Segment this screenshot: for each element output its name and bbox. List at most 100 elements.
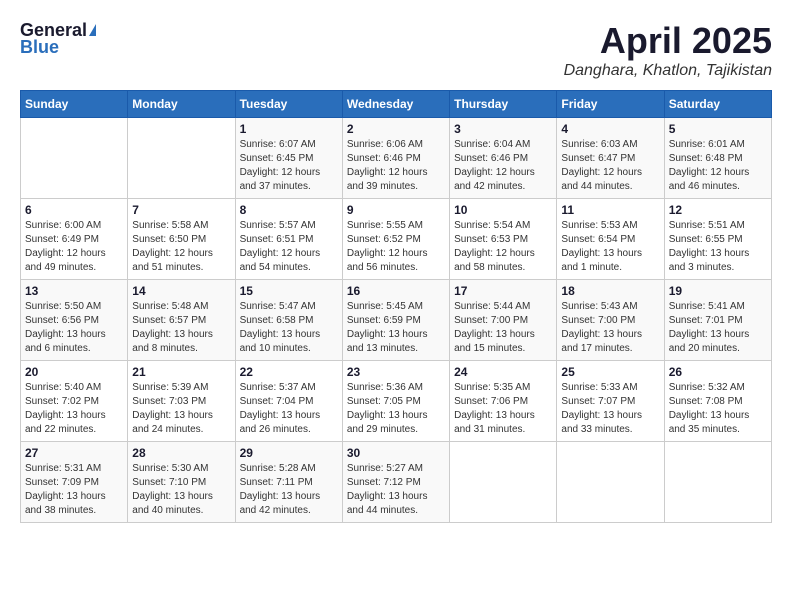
sunrise-text: Sunrise: 5:51 AM bbox=[669, 220, 745, 231]
weekday-header-saturday: Saturday bbox=[664, 91, 771, 118]
cell-sun-info: Sunrise: 5:43 AMSunset: 7:00 PMDaylight:… bbox=[561, 300, 659, 356]
cell-sun-info: Sunrise: 5:45 AMSunset: 6:59 PMDaylight:… bbox=[347, 300, 445, 356]
cell-sun-info: Sunrise: 5:40 AMSunset: 7:02 PMDaylight:… bbox=[25, 381, 123, 437]
calendar-cell: 30Sunrise: 5:27 AMSunset: 7:12 PMDayligh… bbox=[342, 442, 449, 523]
sunset-text: Sunset: 7:10 PM bbox=[132, 477, 206, 488]
cell-sun-info: Sunrise: 6:06 AMSunset: 6:46 PMDaylight:… bbox=[347, 138, 445, 194]
calendar-cell bbox=[557, 442, 664, 523]
cell-sun-info: Sunrise: 5:54 AM Sunset: 6:53 PM Daylight:… bbox=[454, 219, 552, 275]
calendar-cell: 6Sunrise: 6:00 AMSunset: 6:49 PMDaylight… bbox=[21, 199, 128, 280]
calendar-header-row: SundayMondayTuesdayWednesdayThursdayFrid… bbox=[21, 91, 772, 118]
calendar-cell: 25Sunrise: 5:33 AMSunset: 7:07 PMDayligh… bbox=[557, 361, 664, 442]
sunrise-text: Sunrise: 6:01 AM bbox=[669, 139, 745, 150]
daylight-text: Daylight: 13 hours and 31 minutes. bbox=[454, 410, 535, 435]
calendar-cell: 12 Sunrise: 5:51 AMSunset: 6:55 PMDayligh… bbox=[664, 199, 771, 280]
cell-date-number: 4 bbox=[561, 122, 659, 136]
cell-sun-info: Sunrise: 5:53 AMSunset: 6:54 PMDaylight:… bbox=[561, 219, 659, 275]
cell-date-number: 24 bbox=[454, 365, 552, 379]
cell-date-number: 10 bbox=[454, 203, 552, 217]
header: General Blue April 2025 Danghara, Khatlo… bbox=[20, 20, 772, 80]
sunset-text: Sunset: 6:56 PM bbox=[25, 315, 99, 326]
weekday-header-monday: Monday bbox=[128, 91, 235, 118]
daylight-text: Daylight: 12 hours and 39 minutes. bbox=[347, 167, 428, 192]
weekday-header-wednesday: Wednesday bbox=[342, 91, 449, 118]
calendar-cell: 5Sunrise: 6:01 AMSunset: 6:48 PMDaylight… bbox=[664, 118, 771, 199]
calendar-week-4: 20Sunrise: 5:40 AMSunset: 7:02 PMDayligh… bbox=[21, 361, 772, 442]
daylight-text: Daylight: 13 hours and 10 minutes. bbox=[240, 329, 321, 354]
cell-date-number: 3 bbox=[454, 122, 552, 136]
daylight-text: Daylight: 12 hours and 58 minutes. bbox=[454, 248, 535, 273]
daylight-text: Daylight: 13 hours and 44 minutes. bbox=[347, 491, 428, 516]
cell-sun-info: Sunrise: 5:51 AMSunset: 6:55 PMDaylight:… bbox=[669, 219, 767, 275]
sunset-text: Sunset: 6:49 PM bbox=[25, 234, 99, 245]
title-area: April 2025 Danghara, Khatlon, Tajikistan bbox=[564, 20, 772, 80]
sunrise-text: Sunrise: 5:27 AM bbox=[347, 463, 423, 474]
cell-date-number: 29 bbox=[240, 446, 338, 460]
cell-date-number: 1 bbox=[240, 122, 338, 136]
calendar-cell: 27Sunrise: 5:31 AMSunset: 7:09 PMDayligh… bbox=[21, 442, 128, 523]
logo-icon bbox=[89, 24, 96, 36]
sunrise-text: Sunrise: 5:39 AM bbox=[132, 382, 208, 393]
calendar-cell: 24 Sunrise: 5:35 AMSunset: 7:06 PMDayligh… bbox=[450, 361, 557, 442]
cell-date-number: 2 bbox=[347, 122, 445, 136]
sunset-text: Sunset: 6:53 PM bbox=[454, 234, 528, 245]
calendar-cell: 26Sunrise: 5:32 AMSunset: 7:08 PMDayligh… bbox=[664, 361, 771, 442]
calendar-cell: 14Sunrise: 5:48 AMSunset: 6:57 PMDayligh… bbox=[128, 280, 235, 361]
weekday-header-friday: Friday bbox=[557, 91, 664, 118]
cell-date-number: 28 bbox=[132, 446, 230, 460]
cell-sun-info: Sunrise: 5:30 AMSunset: 7:10 PMDaylight:… bbox=[132, 462, 230, 518]
calendar-cell bbox=[128, 118, 235, 199]
sunset-text: Sunset: 7:04 PM bbox=[240, 396, 314, 407]
sunset-text: Sunset: 6:45 PM bbox=[240, 153, 314, 164]
sunrise-text: Sunrise: 5:30 AM bbox=[132, 463, 208, 474]
daylight-text: Daylight: 13 hours and 22 minutes. bbox=[25, 410, 106, 435]
cell-date-number: 13 bbox=[25, 284, 123, 298]
calendar-cell: 18Sunrise: 5:43 AMSunset: 7:00 PMDayligh… bbox=[557, 280, 664, 361]
sunrise-text: Sunrise: 5:44 AM bbox=[454, 301, 530, 312]
calendar-title: April 2025 bbox=[564, 20, 772, 62]
daylight-text: Daylight: 13 hours and 15 minutes. bbox=[454, 329, 535, 354]
weekday-header-sunday: Sunday bbox=[21, 91, 128, 118]
sunrise-text: Sunrise: 5:43 AM bbox=[561, 301, 637, 312]
sunset-text: Sunset: 6:50 PM bbox=[132, 234, 206, 245]
calendar-cell: 29Sunrise: 5:28 AMSunset: 7:11 PMDayligh… bbox=[235, 442, 342, 523]
daylight-text: Daylight: 13 hours and 8 minutes. bbox=[132, 329, 213, 354]
calendar-cell: 17Sunrise: 5:44 AMSunset: 7:00 PMDayligh… bbox=[450, 280, 557, 361]
sunrise-text: Sunrise: 5:47 AM bbox=[240, 301, 316, 312]
sunrise-text: Sunrise: 5:33 AM bbox=[561, 382, 637, 393]
cell-date-number: 26 bbox=[669, 365, 767, 379]
sunset-text: Sunset: 6:57 PM bbox=[132, 315, 206, 326]
calendar-cell: 8Sunrise: 5:57 AMSunset: 6:51 PMDaylight… bbox=[235, 199, 342, 280]
calendar-cell: 1Sunrise: 6:07 AMSunset: 6:45 PMDaylight… bbox=[235, 118, 342, 199]
cell-sun-info: Sunrise: 6:03 AMSunset: 6:47 PMDaylight:… bbox=[561, 138, 659, 194]
sunset-text: Sunset: 7:05 PM bbox=[347, 396, 421, 407]
daylight-text: Daylight: 13 hours and 6 minutes. bbox=[25, 329, 106, 354]
daylight-text: Daylight: 12 hours and 56 minutes. bbox=[347, 248, 428, 273]
calendar-cell: 16Sunrise: 5:45 AMSunset: 6:59 PMDayligh… bbox=[342, 280, 449, 361]
cell-sun-info: Sunrise: 5:31 AMSunset: 7:09 PMDaylight:… bbox=[25, 462, 123, 518]
daylight-text: Daylight: 13 hours and 3 minutes. bbox=[669, 248, 750, 273]
daylight-text: Daylight: 13 hours and 35 minutes. bbox=[669, 410, 750, 435]
cell-sun-info: Sunrise: 5:50 AM Sunset: 6:56 PM Daylight:… bbox=[25, 300, 123, 356]
sunrise-text: Sunrise: 5:54 AM bbox=[454, 220, 530, 231]
cell-sun-info: Sunrise: 5:41 AMSunset: 7:01 PMDaylight:… bbox=[669, 300, 767, 356]
sunrise-text: Sunrise: 5:50 AM bbox=[25, 301, 101, 312]
sunrise-text: Sunrise: 5:58 AM bbox=[132, 220, 208, 231]
daylight-text: Daylight: 13 hours and 13 minutes. bbox=[347, 329, 428, 354]
sunset-text: Sunset: 6:46 PM bbox=[347, 153, 421, 164]
sunrise-text: Sunrise: 5:35 AM bbox=[454, 382, 530, 393]
sunrise-text: Sunrise: 5:55 AM bbox=[347, 220, 423, 231]
sunset-text: Sunset: 6:52 PM bbox=[347, 234, 421, 245]
cell-sun-info: Sunrise: 5:35 AMSunset: 7:06 PMDaylight:… bbox=[454, 381, 552, 437]
cell-sun-info: Sunrise: 6:01 AMSunset: 6:48 PMDaylight:… bbox=[669, 138, 767, 194]
daylight-text: Daylight: 13 hours and 26 minutes. bbox=[240, 410, 321, 435]
calendar-cell: 10 Sunrise: 5:54 AM Sunset: 6:53 PM Dayligh… bbox=[450, 199, 557, 280]
daylight-text: Daylight: 13 hours and 20 minutes. bbox=[669, 329, 750, 354]
sunset-text: Sunset: 6:58 PM bbox=[240, 315, 314, 326]
cell-date-number: 6 bbox=[25, 203, 123, 217]
cell-sun-info: Sunrise: 5:33 AMSunset: 7:07 PMDaylight:… bbox=[561, 381, 659, 437]
sunset-text: Sunset: 7:08 PM bbox=[669, 396, 743, 407]
logo-blue-text: Blue bbox=[20, 37, 59, 58]
cell-date-number: 12 bbox=[669, 203, 767, 217]
sunset-text: Sunset: 6:54 PM bbox=[561, 234, 635, 245]
